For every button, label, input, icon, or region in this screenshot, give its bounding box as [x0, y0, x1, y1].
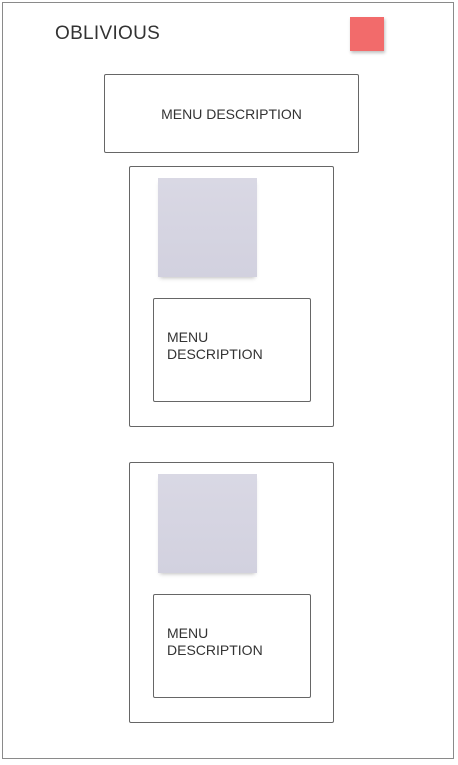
brand-title[interactable]: OBLIVIOUS	[55, 23, 160, 45]
menu-card[interactable]: MENU DESCRIPTION	[129, 166, 334, 427]
page-frame: OBLIVIOUS MENU DESCRIPTION MENU DESCRIPT…	[2, 2, 454, 759]
card-description-line: DESCRIPTION	[167, 346, 263, 362]
menu-description-text: MENU DESCRIPTION	[161, 105, 302, 122]
card-description-box: MENU DESCRIPTION	[153, 298, 311, 402]
image-placeholder-icon	[158, 178, 257, 277]
image-placeholder-icon	[158, 474, 257, 573]
card-description-line: MENU	[167, 625, 209, 641]
card-description-box: MENU DESCRIPTION	[153, 594, 311, 698]
menu-card[interactable]: MENU DESCRIPTION	[129, 462, 334, 723]
card-description-line: MENU	[167, 329, 209, 345]
menu-icon[interactable]	[350, 17, 384, 51]
menu-description-block: MENU DESCRIPTION	[104, 74, 359, 153]
card-description-line: DESCRIPTION	[167, 642, 263, 658]
